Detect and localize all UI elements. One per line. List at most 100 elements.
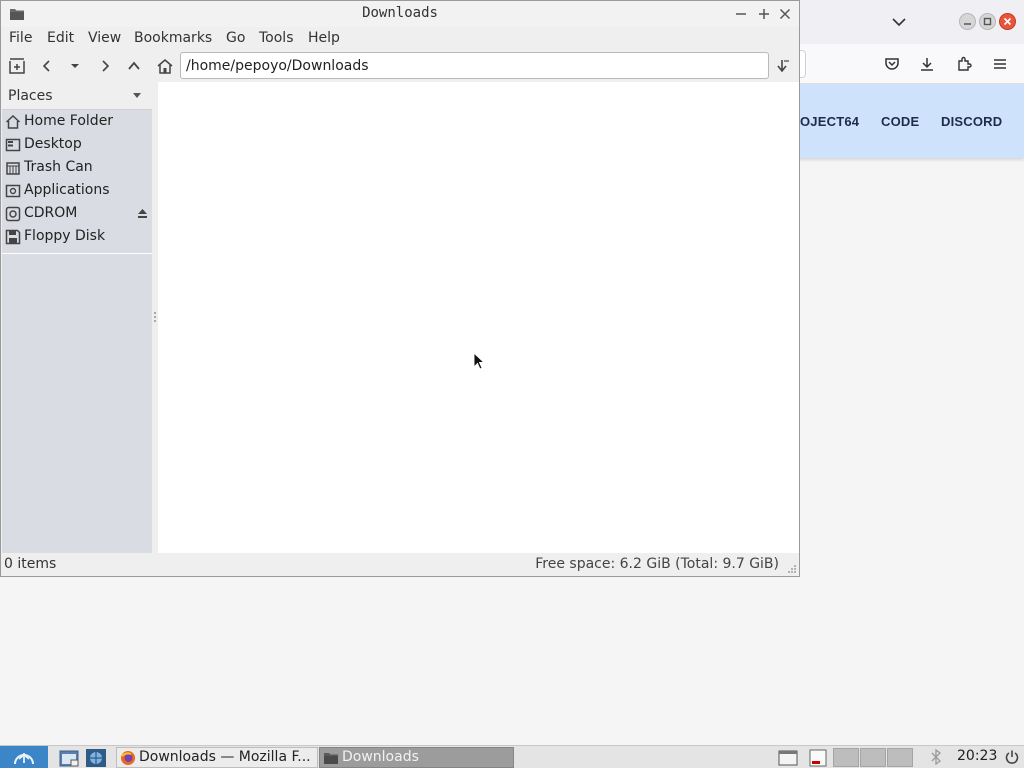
start-menu-button[interactable] bbox=[0, 746, 48, 768]
downloads-button[interactable] bbox=[914, 52, 940, 76]
navigation-toolbar bbox=[1, 51, 799, 81]
taskbar: Downloads — Mozilla F... Downloads 20:23 bbox=[0, 745, 1024, 768]
places-sidebar: Places Home Folder Desktop Trash Can App… bbox=[2, 82, 152, 553]
maximize-button[interactable] bbox=[754, 4, 774, 24]
dropdown-arrow-icon bbox=[71, 64, 79, 68]
sidebar-mode-label: Places bbox=[8, 88, 53, 104]
hamburger-menu-icon bbox=[994, 59, 1006, 69]
maximize-icon bbox=[983, 17, 992, 26]
desktop-switch-2[interactable] bbox=[833, 748, 859, 767]
forward-arrow-icon bbox=[102, 60, 110, 72]
parent-folder-button[interactable] bbox=[121, 53, 147, 79]
firefox-maximize-button[interactable] bbox=[979, 13, 996, 30]
sidebar-divider bbox=[2, 253, 152, 254]
trash-icon bbox=[6, 162, 20, 175]
item-count: 0 items bbox=[4, 556, 57, 572]
sidebar-item-label: Home Folder bbox=[24, 113, 114, 129]
window-title: Downloads bbox=[362, 5, 438, 21]
firefox-minimize-button[interactable] bbox=[959, 13, 976, 30]
sidebar-item-label: Trash Can bbox=[24, 159, 93, 175]
home-icon bbox=[5, 114, 21, 129]
mouse-cursor-icon bbox=[473, 352, 485, 370]
bluetooth-icon[interactable] bbox=[929, 749, 943, 765]
pocket-icon bbox=[885, 58, 899, 70]
status-bar: 0 items Free space: 6.2 GiB (Total: 9.7 … bbox=[1, 553, 799, 576]
path-input[interactable] bbox=[180, 52, 769, 79]
sidebar-item-desktop[interactable]: Desktop bbox=[2, 134, 152, 157]
file-manager-titlebar[interactable]: Downloads bbox=[1, 1, 799, 27]
desktop-switch-3[interactable] bbox=[860, 748, 886, 767]
cdrom-icon bbox=[5, 206, 21, 222]
power-icon[interactable] bbox=[1004, 749, 1020, 765]
firefox-close-button[interactable] bbox=[999, 13, 1016, 30]
chevron-down-icon bbox=[892, 18, 906, 27]
folder-icon bbox=[324, 753, 338, 764]
desktop-icon bbox=[5, 138, 21, 152]
lxde-logo-icon bbox=[14, 752, 34, 764]
close-icon bbox=[779, 8, 791, 20]
menu-go[interactable]: Go bbox=[226, 30, 245, 46]
folder-view[interactable] bbox=[158, 82, 799, 553]
task-label: Downloads — Mozilla F... bbox=[139, 749, 311, 765]
eject-icon[interactable] bbox=[137, 208, 148, 219]
forward-button[interactable] bbox=[92, 53, 118, 79]
up-arrow-icon bbox=[128, 61, 140, 70]
home-button[interactable] bbox=[152, 53, 178, 79]
sidebar-item-applications[interactable]: Applications bbox=[2, 180, 152, 203]
minimize-button[interactable] bbox=[731, 4, 751, 24]
sidebar-item-label: Floppy Disk bbox=[24, 228, 106, 244]
desktop-switch-1[interactable] bbox=[807, 748, 829, 768]
pocket-button[interactable] bbox=[879, 52, 905, 76]
taskbar-task-file-manager[interactable]: Downloads bbox=[319, 747, 514, 768]
back-button[interactable] bbox=[34, 53, 60, 79]
menu-edit[interactable]: Edit bbox=[47, 30, 74, 46]
close-icon bbox=[1003, 17, 1012, 26]
menu-file[interactable]: File bbox=[9, 30, 32, 46]
site-nav-code-link[interactable]: CODE bbox=[881, 114, 919, 129]
desktop-switch-4[interactable] bbox=[887, 748, 913, 767]
sidebar-mode-selector[interactable]: Places bbox=[2, 82, 152, 110]
list-all-tabs-button[interactable] bbox=[886, 9, 912, 35]
site-nav-discord-link[interactable]: DISCORD bbox=[941, 114, 1002, 129]
go-arrow-icon bbox=[777, 60, 789, 73]
window-list-icon bbox=[778, 750, 798, 766]
menu-help[interactable]: Help bbox=[308, 30, 340, 46]
close-button[interactable] bbox=[775, 4, 795, 24]
site-nav-project64-link[interactable]: OJECT64 bbox=[800, 114, 859, 129]
menu-bookmarks[interactable]: Bookmarks bbox=[134, 30, 212, 46]
menu-tools[interactable]: Tools bbox=[259, 30, 294, 46]
extensions-button[interactable] bbox=[951, 52, 977, 76]
history-dropdown-button[interactable] bbox=[62, 53, 88, 79]
launcher-file-manager[interactable] bbox=[58, 748, 80, 768]
free-space-info: Free space: 6.2 GiB (Total: 9.7 GiB) bbox=[535, 556, 779, 572]
app-menu-button[interactable] bbox=[987, 52, 1013, 76]
workspace-icon bbox=[809, 749, 827, 767]
applications-icon bbox=[5, 184, 21, 198]
launcher-web-browser[interactable] bbox=[85, 748, 107, 768]
home-icon bbox=[157, 59, 173, 74]
back-arrow-icon bbox=[42, 60, 50, 72]
show-desktop-button[interactable] bbox=[777, 748, 799, 768]
window-resize-grip-icon[interactable] bbox=[787, 564, 797, 574]
task-label: Downloads bbox=[342, 749, 419, 765]
sidebar-item-cdrom[interactable]: CDROM bbox=[2, 203, 152, 226]
sidebar-item-trash-can[interactable]: Trash Can bbox=[2, 157, 152, 180]
new-tab-button[interactable] bbox=[4, 53, 30, 79]
dropdown-arrow-icon bbox=[133, 93, 141, 98]
menu-view[interactable]: View bbox=[88, 30, 121, 46]
file-manager-launcher-icon bbox=[59, 750, 79, 767]
go-button[interactable] bbox=[771, 53, 797, 79]
web-browser-launcher-icon bbox=[86, 749, 106, 767]
sidebar-item-label: CDROM bbox=[24, 205, 78, 221]
new-tab-icon bbox=[9, 58, 25, 74]
sidebar-item-label: Desktop bbox=[24, 136, 82, 152]
sidebar-item-home-folder[interactable]: Home Folder bbox=[2, 111, 152, 134]
minimize-icon bbox=[736, 13, 746, 15]
sidebar-item-floppy-disk[interactable]: Floppy Disk bbox=[2, 226, 152, 249]
taskbar-task-firefox[interactable]: Downloads — Mozilla F... bbox=[116, 747, 318, 768]
file-manager-window: Downloads File Edit View Bookmarks Go To… bbox=[0, 0, 800, 577]
clock[interactable]: 20:23 bbox=[957, 748, 997, 764]
menu-bar: File Edit View Bookmarks Go Tools Help bbox=[1, 27, 799, 51]
download-icon bbox=[921, 58, 933, 71]
maximize-icon bbox=[759, 9, 769, 19]
